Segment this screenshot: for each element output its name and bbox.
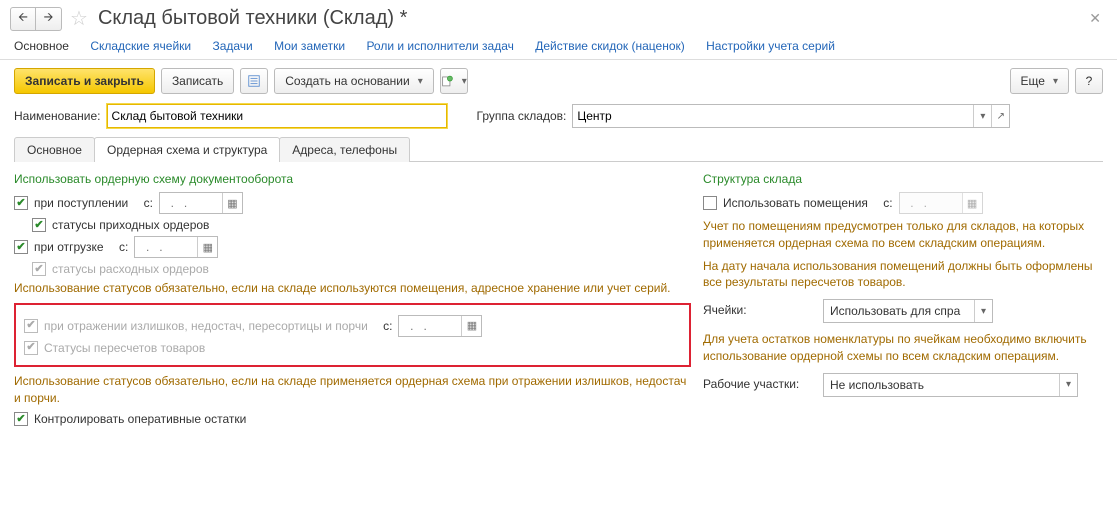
link-notes[interactable]: Мои заметки xyxy=(274,39,345,53)
note-cells: Для учета остатков номенклатуры по ячейк… xyxy=(703,331,1103,365)
highlighted-section: при отражении излишков, недостач, пересо… xyxy=(14,303,691,367)
areas-label: Рабочие участки: xyxy=(703,373,813,391)
lbl-on-shipment: при отгрузке xyxy=(34,240,104,254)
date-surplus[interactable]: ▦ xyxy=(398,315,482,337)
lbl-use-rooms: Использовать помещения xyxy=(723,196,868,210)
calendar-icon[interactable]: ▦ xyxy=(461,316,481,336)
name-input[interactable] xyxy=(107,104,447,128)
favorite-star-icon[interactable]: ☆ xyxy=(70,6,88,31)
note-rooms-2: На дату начала использования помещений д… xyxy=(703,258,1103,292)
chk-use-rooms[interactable] xyxy=(703,196,717,210)
chevron-down-icon[interactable]: ▾ xyxy=(1059,374,1077,396)
calendar-icon[interactable]: ▦ xyxy=(222,193,242,213)
chk-control-balance[interactable] xyxy=(14,412,28,426)
link-tasks[interactable]: Задачи xyxy=(212,39,252,53)
date-rooms-input xyxy=(900,193,962,213)
lbl-status-recount: Статусы пересчетов товаров xyxy=(44,341,205,355)
chk-status-incoming[interactable] xyxy=(32,218,46,232)
date-rooms: ▦ xyxy=(899,192,983,214)
group-label: Группа складов: xyxy=(477,109,567,123)
calendar-icon: ▦ xyxy=(962,193,982,213)
tab-order-scheme[interactable]: Ордерная схема и структура xyxy=(94,137,280,162)
section-links: Основное Складские ячейки Задачи Мои зам… xyxy=(0,35,1117,60)
date-surplus-input[interactable] xyxy=(399,316,461,336)
chk-on-receipt[interactable] xyxy=(14,196,28,210)
save-button[interactable]: Записать xyxy=(161,68,234,94)
dropdown-icon[interactable]: ▾ xyxy=(973,105,991,127)
cells-value: Использовать для спра xyxy=(824,300,974,322)
attach-button[interactable] xyxy=(440,68,468,94)
areas-value: Не использовать xyxy=(824,374,1059,396)
save-and-close-button[interactable]: Записать и закрыть xyxy=(14,68,155,94)
left-group-title: Использовать ордерную схему документообо… xyxy=(14,172,691,186)
link-main[interactable]: Основное xyxy=(14,39,69,53)
close-icon[interactable]: ✕ xyxy=(1083,10,1107,27)
chk-on-surplus xyxy=(24,319,38,333)
link-series[interactable]: Настройки учета серий xyxy=(706,39,835,53)
nav-forward-button[interactable]: 🡪 xyxy=(36,7,62,31)
lbl-since-1: с: xyxy=(144,196,153,210)
lbl-on-surplus: при отражении излишков, недостач, пересо… xyxy=(44,319,368,333)
lbl-since-rooms: с: xyxy=(883,196,892,210)
lbl-control-balance: Контролировать оперативные остатки xyxy=(34,412,246,426)
help-button[interactable]: ? xyxy=(1075,68,1103,94)
page-title: Склад бытовой техники (Склад) * xyxy=(98,7,407,30)
lbl-since-2: с: xyxy=(119,240,128,254)
nav-back-button[interactable]: 🡨 xyxy=(10,7,36,31)
note-rooms-1: Учет по помещениям предусмотрен только д… xyxy=(703,218,1103,252)
date-shipment-input[interactable] xyxy=(135,237,197,257)
open-icon[interactable]: ↗ xyxy=(991,105,1009,127)
right-group-title: Структура склада xyxy=(703,172,1103,186)
group-selector[interactable]: ▾ ↗ xyxy=(572,104,1010,128)
chk-status-outgoing xyxy=(32,262,46,276)
tab-main[interactable]: Основное xyxy=(14,137,95,162)
cells-label: Ячейки: xyxy=(703,299,813,317)
calendar-icon[interactable]: ▦ xyxy=(197,237,217,257)
note-statuses-2: Использование статусов обязательно, если… xyxy=(14,373,691,407)
link-roles[interactable]: Роли и исполнители задач xyxy=(366,39,513,53)
paperclip-icon xyxy=(441,74,454,88)
list-icon xyxy=(247,74,261,88)
chk-status-recount xyxy=(24,341,38,355)
date-shipment[interactable]: ▦ xyxy=(134,236,218,258)
link-discounts[interactable]: Действие скидок (наценок) xyxy=(535,39,685,53)
areas-select[interactable]: Не использовать ▾ xyxy=(823,373,1078,397)
date-receipt[interactable]: ▦ xyxy=(159,192,243,214)
chk-on-shipment[interactable] xyxy=(14,240,28,254)
lbl-status-incoming: статусы приходных ордеров xyxy=(52,218,209,232)
cells-select[interactable]: Использовать для спра ▾ xyxy=(823,299,993,323)
note-statuses-1: Использование статусов обязательно, если… xyxy=(14,280,691,297)
list-icon-button[interactable] xyxy=(240,68,268,94)
tab-addresses[interactable]: Адреса, телефоны xyxy=(279,137,410,162)
chevron-down-icon[interactable]: ▾ xyxy=(974,300,992,322)
name-label: Наименование: xyxy=(14,109,101,123)
link-cells[interactable]: Складские ячейки xyxy=(90,39,191,53)
lbl-on-receipt: при поступлении xyxy=(34,196,128,210)
lbl-status-outgoing: статусы расходных ордеров xyxy=(52,262,209,276)
date-receipt-input[interactable] xyxy=(160,193,222,213)
more-button[interactable]: Еще xyxy=(1010,68,1069,94)
create-based-on-button[interactable]: Создать на основании xyxy=(274,68,434,94)
lbl-since-3: с: xyxy=(383,319,392,333)
group-input[interactable] xyxy=(573,105,973,127)
